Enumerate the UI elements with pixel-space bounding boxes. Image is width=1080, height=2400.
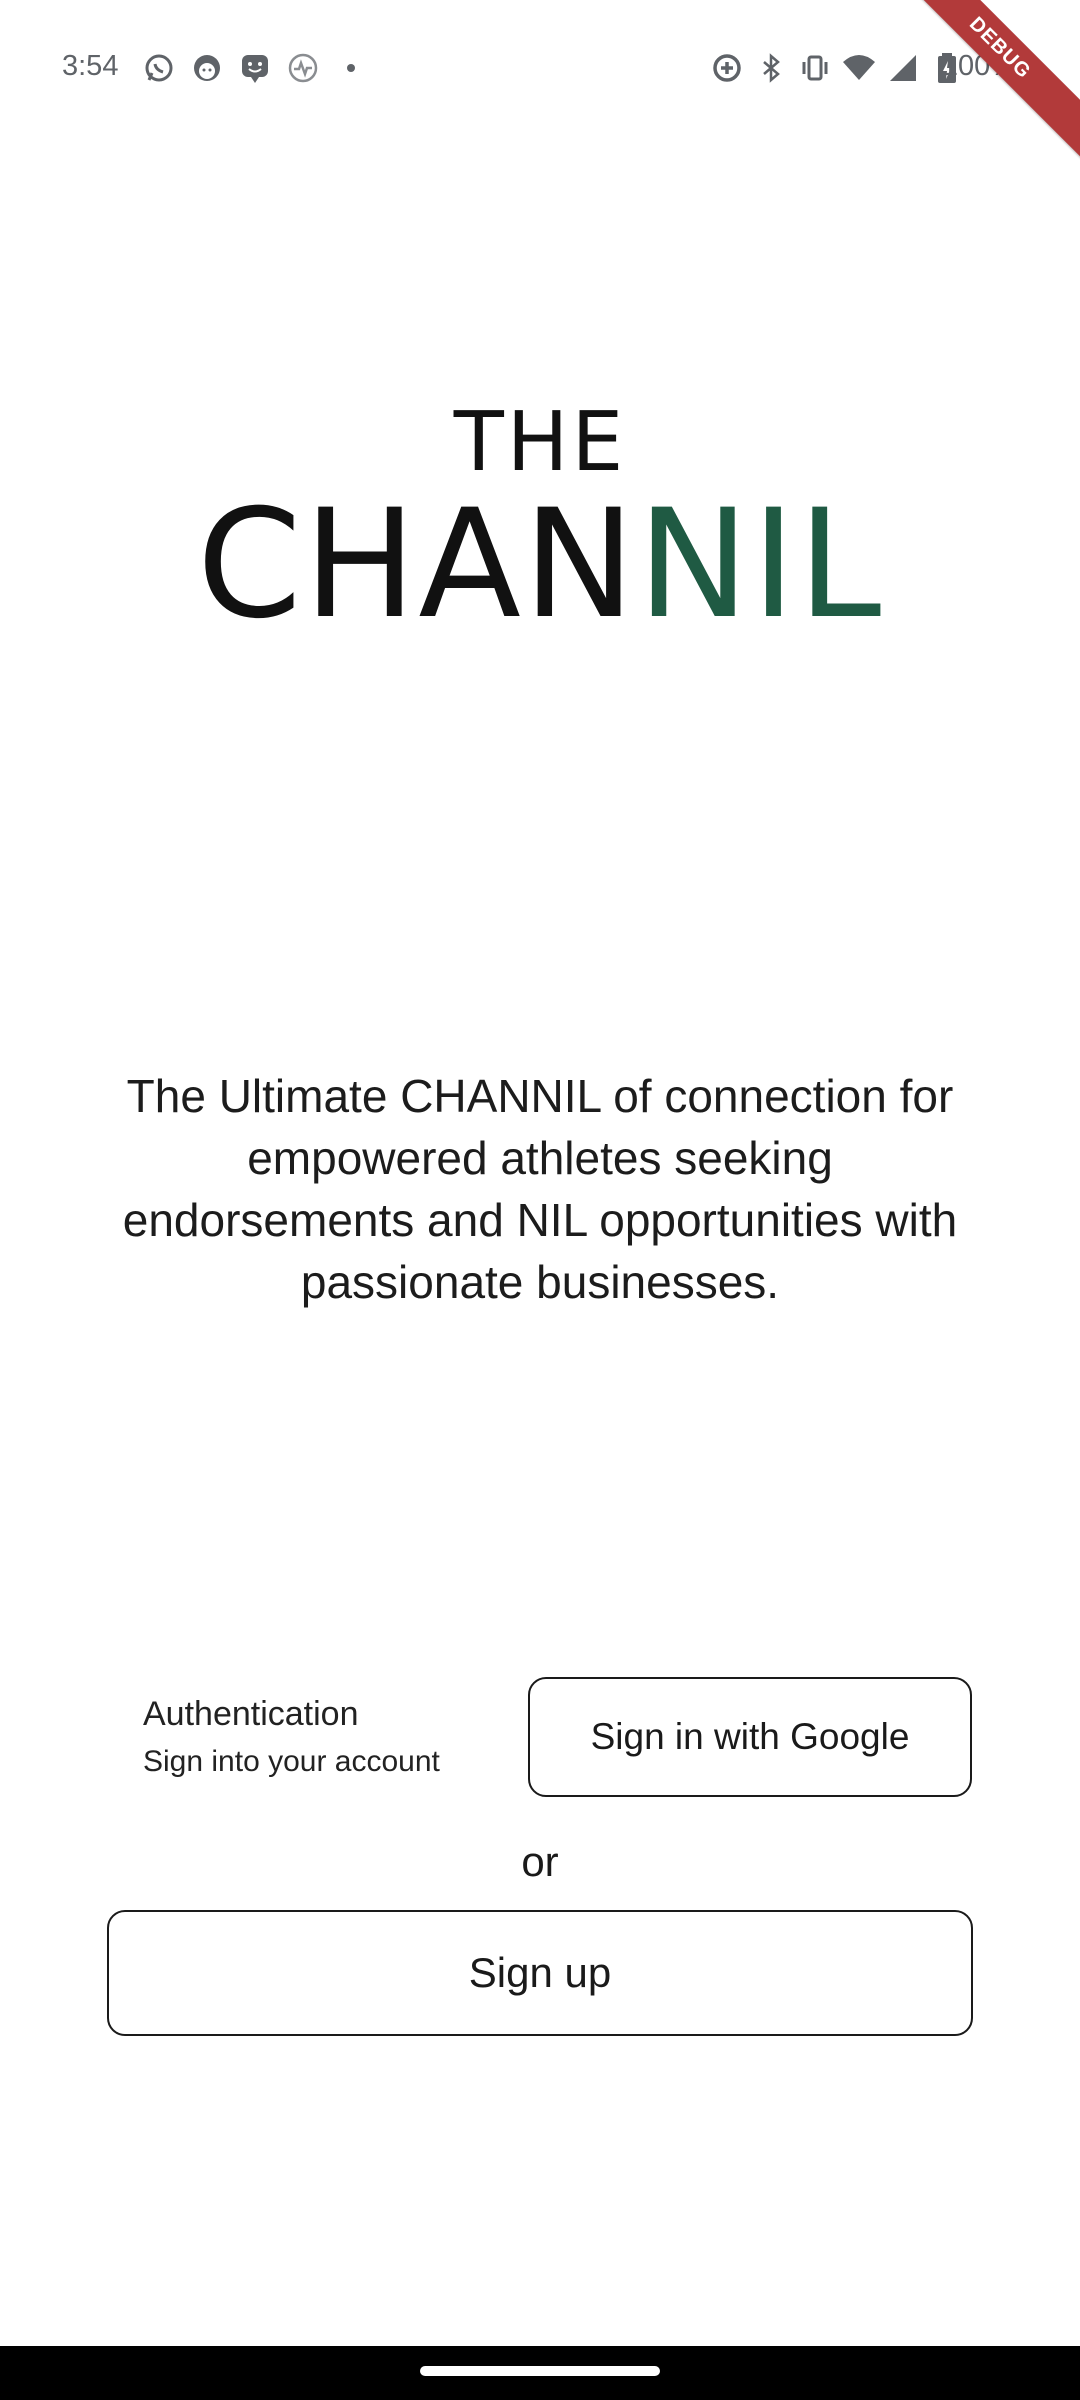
wifi-icon <box>842 51 876 85</box>
home-gesture-handle[interactable] <box>420 2366 660 2376</box>
vibrate-icon <box>798 51 832 85</box>
chat-app-icon <box>238 51 272 85</box>
data-saver-icon <box>710 51 744 85</box>
auth-subtitle: Sign into your account <box>143 1745 440 1778</box>
status-time: 3:54 <box>62 50 119 82</box>
health-icon <box>286 51 320 85</box>
system-icons <box>710 50 964 86</box>
logo-chan: CHAN <box>196 478 638 652</box>
sign-up-button[interactable]: Sign up <box>107 1910 973 2036</box>
logo-nil: NIL <box>637 478 884 652</box>
signal-icon <box>886 51 920 85</box>
logo-wordmark: CHANNIL <box>0 485 1080 645</box>
channil-logo: THE CHANNIL <box>0 395 1080 645</box>
notification-icons <box>142 50 368 86</box>
auth-label-group: Authentication Sign into your account <box>143 1692 523 1782</box>
auth-title: Authentication <box>143 1695 359 1733</box>
status-bar: 3:54 100% <box>0 0 1080 136</box>
dot-icon <box>334 51 368 85</box>
bluetooth-icon <box>754 51 788 85</box>
logo-the: THE <box>453 395 627 490</box>
whatsapp-icon <box>142 51 176 85</box>
app-screen: 3:54 100% DEBUG THE CHANNIL The Ultimate… <box>0 0 1080 2400</box>
tagline: The Ultimate CHANNIL of connection for e… <box>122 1070 958 1308</box>
sign-in-with-google-button[interactable]: Sign in with Google <box>528 1677 972 1797</box>
or-divider-text: or <box>521 1838 559 1885</box>
face-app-icon <box>190 51 224 85</box>
